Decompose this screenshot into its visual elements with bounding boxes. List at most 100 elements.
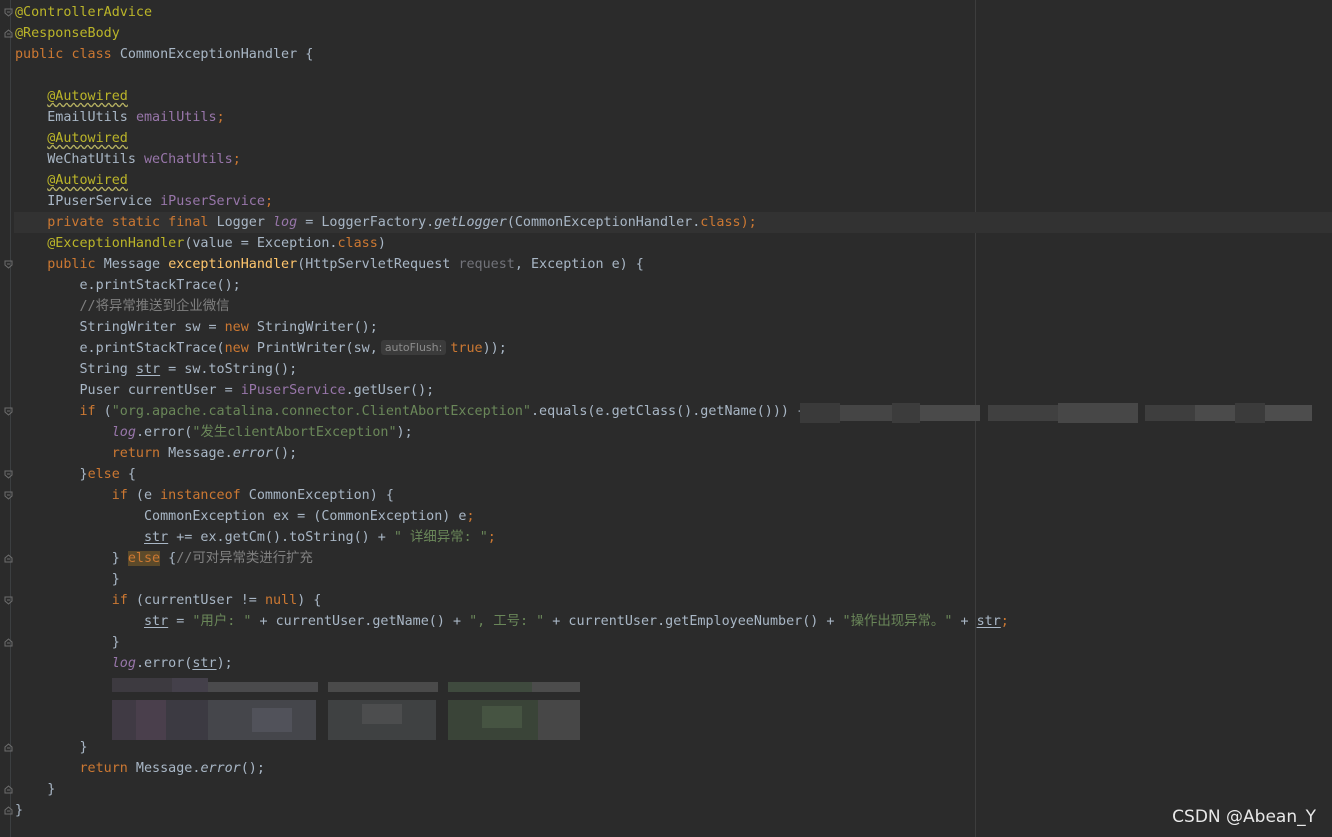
code-text: +: [952, 614, 977, 629]
variable: str: [144, 614, 169, 629]
type: IPuserService: [47, 194, 153, 209]
fold-marker-icon[interactable]: [4, 743, 13, 752]
code-line[interactable]: return Message.error();: [15, 443, 297, 464]
fold-marker-icon[interactable]: [4, 596, 13, 605]
code-line[interactable]: public class CommonExceptionHandler {: [15, 44, 313, 65]
code-line[interactable]: Puser currentUser = iPuserService.getUse…: [15, 380, 435, 401]
annotation: @Autowired: [47, 173, 128, 188]
method-name: exceptionHandler: [168, 257, 298, 272]
code-line[interactable]: log.error(str);: [15, 653, 233, 674]
string-literal: ", 工号: ": [469, 614, 545, 629]
type: Logger: [216, 215, 265, 230]
fold-marker-icon[interactable]: [4, 8, 13, 17]
keyword: instanceof: [160, 488, 241, 503]
code-line[interactable]: e.printStackTrace();: [15, 275, 241, 296]
code-text: StringWriter();: [248, 320, 378, 335]
keyword: return: [111, 446, 161, 461]
code-line[interactable]: return Message.error();: [15, 758, 265, 779]
code-editor[interactable]: @ControllerAdvice @ResponseBody public c…: [0, 0, 1332, 837]
code-line[interactable]: StringWriter sw = new StringWriter();: [15, 317, 378, 338]
fold-marker-icon[interactable]: [4, 491, 13, 500]
code-line[interactable]: @Autowired: [15, 170, 128, 191]
comment: //将异常推送到企业微信: [79, 299, 230, 314]
code-line[interactable]: if ("org.apache.catalina.connector.Clien…: [15, 401, 806, 422]
fold-marker-icon[interactable]: [4, 638, 13, 647]
string-literal: "用户: ": [192, 614, 252, 629]
fold-marker-icon[interactable]: [4, 470, 13, 479]
code-line[interactable]: }else {: [15, 464, 136, 485]
code-text: + currentUser.getName() +: [251, 614, 470, 629]
punct: }: [111, 551, 128, 566]
punct: ;: [487, 530, 496, 545]
unused-param: request: [458, 257, 515, 272]
punct: ;: [466, 509, 475, 524]
fold-marker-icon[interactable]: [4, 407, 13, 416]
field: log: [111, 425, 136, 440]
code-line[interactable]: WeChatUtils weChatUtils;: [15, 149, 241, 170]
type: WeChatUtils: [47, 152, 136, 167]
code-text: = LoggerFactory.: [305, 215, 435, 230]
code-line[interactable]: @ExceptionHandler(value = Exception.clas…: [15, 233, 386, 254]
type: EmailUtils: [47, 110, 128, 125]
code-line[interactable]: }: [15, 779, 55, 800]
keyword: class: [337, 236, 378, 251]
string-literal: "操作出现异常。": [842, 614, 953, 629]
code-line[interactable]: //将异常推送到企业微信: [15, 296, 230, 317]
punct: {: [119, 467, 136, 482]
variable: str: [144, 530, 169, 545]
code-line[interactable]: str += ex.getCm().toString() + " 详细异常: "…: [15, 527, 496, 548]
code-line[interactable]: }: [15, 737, 88, 758]
code-line[interactable]: @Autowired: [15, 86, 128, 107]
code-line[interactable]: private static final Logger log = Logger…: [15, 212, 756, 233]
code-line[interactable]: }: [15, 800, 23, 821]
code-text: (currentUser !=: [127, 593, 265, 608]
field: log: [111, 656, 136, 671]
code-text: (CommonExceptionHandler.: [506, 215, 701, 230]
code-line[interactable]: @ResponseBody: [15, 23, 120, 44]
code-line[interactable]: CommonException ex = (CommonException) e…: [15, 506, 475, 527]
code-line[interactable]: e.printStackTrace(new PrintWriter(sw, aut…: [15, 338, 507, 359]
fold-marker-icon[interactable]: [4, 29, 13, 38]
fold-marker-icon[interactable]: [4, 554, 13, 563]
code-line[interactable]: IPuserService iPuserService;: [15, 191, 273, 212]
code-line[interactable]: @Autowired: [15, 128, 128, 149]
punct: }: [79, 740, 88, 755]
code-line[interactable]: }: [15, 632, 120, 653]
field: iPuserService: [160, 194, 265, 209]
code-line[interactable]: str = "用户: " + currentUser.getName() + "…: [15, 611, 1009, 632]
keyword: public: [47, 257, 96, 272]
keyword: else: [87, 467, 120, 482]
punct: }: [15, 803, 24, 818]
code-text: PrintWriter(sw,: [248, 341, 378, 356]
code-line[interactable]: @ControllerAdvice: [15, 2, 152, 23]
code-line[interactable]: public Message exceptionHandler(HttpServ…: [15, 254, 644, 275]
code-line[interactable]: EmailUtils emailUtils;: [15, 107, 225, 128]
keyword: null: [264, 593, 298, 608]
code-text: , Exception e) {: [514, 257, 644, 272]
field: emailUtils: [135, 110, 217, 125]
code-text: += ex.getCm().toString() +: [168, 530, 394, 545]
code-text: =: [168, 614, 193, 629]
fold-marker-icon[interactable]: [4, 785, 13, 794]
code-line[interactable]: if (e instanceof CommonException) {: [15, 485, 394, 506]
keyword: class: [71, 47, 112, 62]
code-line[interactable]: }: [15, 569, 120, 590]
code-line[interactable]: String str = sw.toString();: [15, 359, 298, 380]
code-text: = sw.toString();: [160, 362, 298, 377]
string-literal: "org.apache.catalina.connector.ClientAbo…: [111, 404, 531, 419]
code-text: StringWriter sw =: [79, 320, 225, 335]
code-text: e.printStackTrace();: [79, 278, 241, 293]
fold-marker-icon[interactable]: [4, 260, 13, 269]
editor-gutter: [0, 0, 14, 837]
code-line[interactable]: } else {//可对异常类进行扩充: [15, 548, 313, 569]
field: iPuserService: [240, 383, 346, 398]
method-call: error: [200, 761, 241, 776]
fold-marker-icon[interactable]: [4, 806, 13, 815]
punct: ;: [216, 110, 225, 125]
code-text: ) {: [297, 593, 322, 608]
keyword: else: [127, 551, 161, 566]
code-line[interactable]: if (currentUser != null) {: [15, 590, 322, 611]
code-line[interactable]: log.error("发生clientAbortException");: [15, 422, 413, 443]
code-text: .error(: [135, 425, 193, 440]
punct: }: [111, 635, 120, 650]
